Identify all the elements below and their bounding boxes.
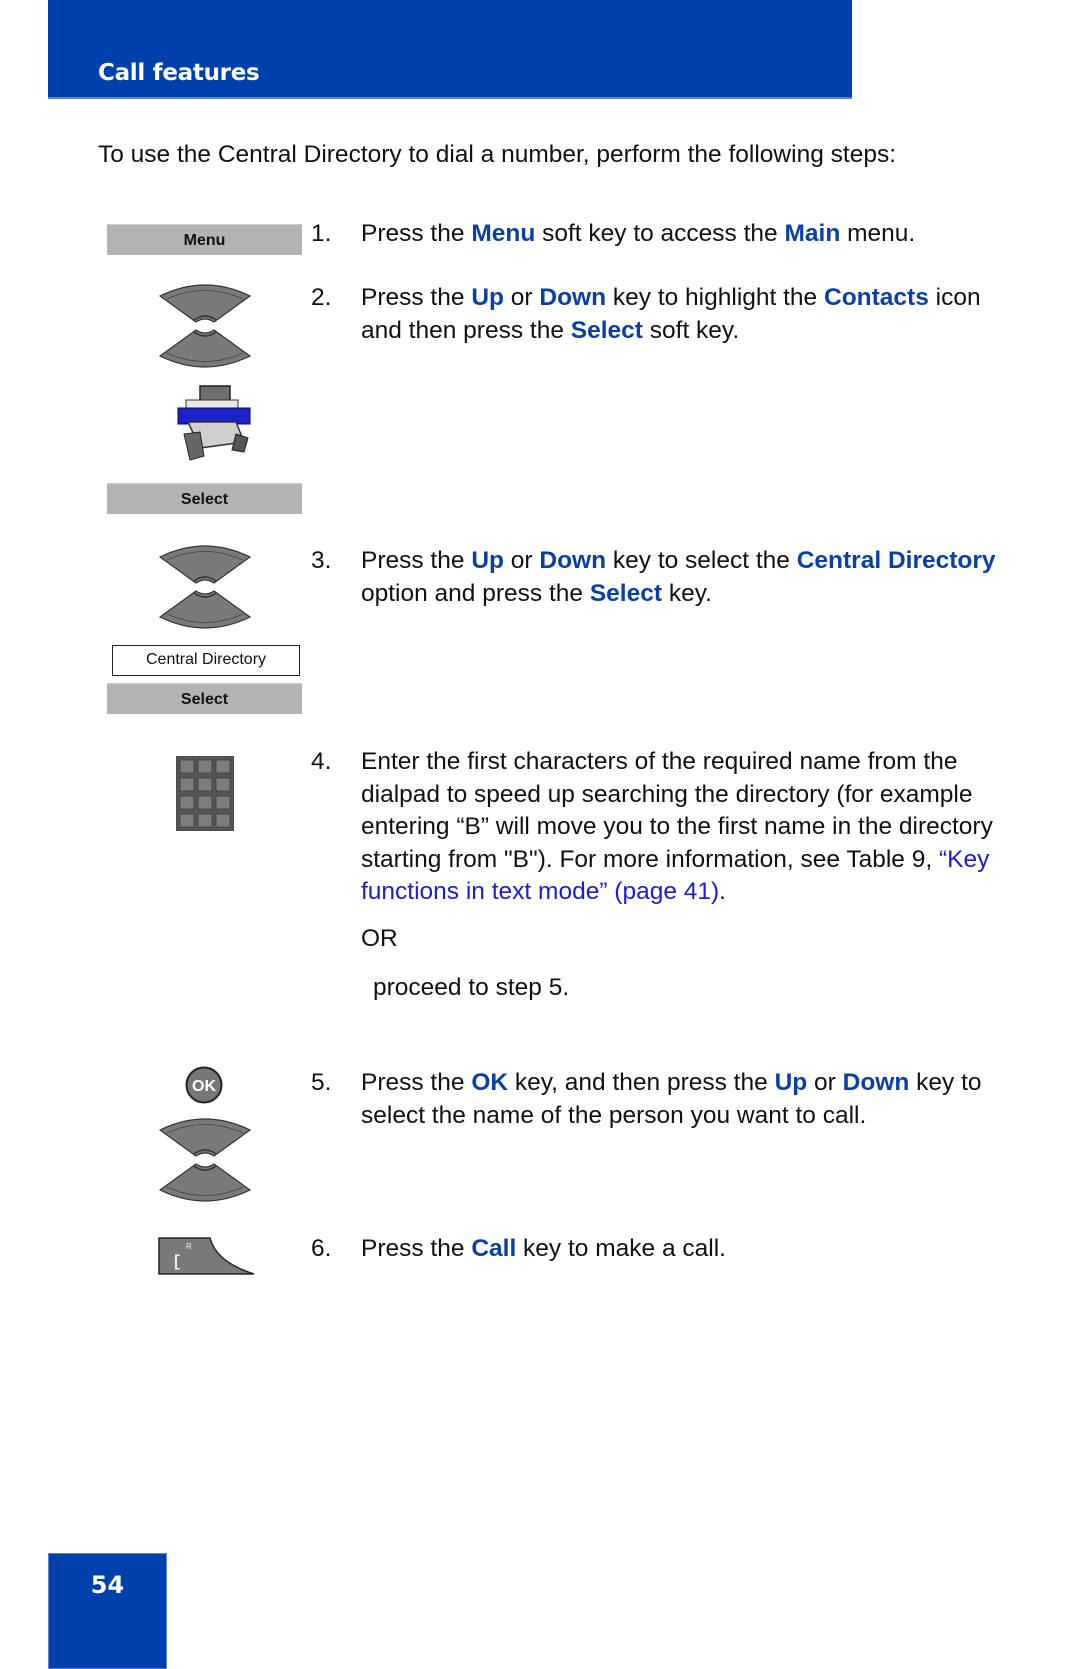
page-number: 54 bbox=[90, 1571, 125, 1599]
step-number: 1. bbox=[311, 220, 332, 247]
chapter-title: Call features bbox=[98, 60, 260, 86]
key-name-highlight: Up bbox=[774, 1069, 808, 1096]
ok-key-icon: OK bbox=[185, 1066, 223, 1104]
step-number: 4. bbox=[311, 748, 332, 775]
step-3: 3. Press the Up or Down key to select th… bbox=[311, 545, 1011, 610]
step-text-run: menu. bbox=[840, 220, 916, 247]
step-text-run: Press the bbox=[361, 1235, 472, 1262]
key-name-highlight: Select bbox=[570, 316, 643, 344]
step-text-run: key, and then press the bbox=[508, 1069, 775, 1096]
step-2: 2. Press the Up or Down key to highlight… bbox=[311, 282, 1011, 347]
select-softkey-1: Select bbox=[107, 483, 302, 514]
step-number: 6. bbox=[311, 1235, 332, 1262]
step-text: Press the Menu soft key to access the Ma… bbox=[361, 218, 1011, 251]
step-4: 4. Enter the first characters of the req… bbox=[311, 746, 1011, 1004]
step-text: Press the Up or Down key to select the C… bbox=[361, 545, 1011, 610]
step-text-run: Press the bbox=[361, 1069, 472, 1096]
step-5: 5. Press the OK key, and then press the … bbox=[311, 1067, 1011, 1132]
step-text-run: or bbox=[503, 547, 540, 574]
key-name-highlight: Down bbox=[842, 1069, 910, 1096]
step-text-run: Enter the first characters of the requir… bbox=[361, 748, 993, 873]
up-key-icon bbox=[158, 284, 252, 323]
central-directory-screen-item: Central Directory bbox=[112, 645, 300, 676]
down-key-icon bbox=[158, 1163, 252, 1202]
down-key-icon bbox=[158, 590, 252, 629]
up-key-icon bbox=[158, 1118, 252, 1157]
up-key-icon bbox=[158, 545, 252, 584]
nav-keys-icon-2 bbox=[158, 545, 252, 629]
select-softkey-2: Select bbox=[107, 683, 302, 714]
step-text: Enter the first characters of the requir… bbox=[361, 746, 1011, 909]
step-text-run: or bbox=[503, 284, 540, 311]
key-name-highlight: Call bbox=[471, 1235, 517, 1262]
ok-key-label: OK bbox=[192, 1078, 216, 1095]
step-text-run: key to highlight the bbox=[606, 284, 824, 311]
key-name-highlight: Up bbox=[471, 284, 504, 311]
chapter-header-bar: Call features bbox=[48, 0, 852, 99]
call-key-icon: [ R bbox=[158, 1237, 255, 1275]
step-6: 6. Press the Call key to make a call. bbox=[311, 1233, 1011, 1266]
step-text-run: soft key to access the bbox=[535, 220, 785, 247]
dialpad-icon bbox=[176, 756, 234, 831]
step-number: 3. bbox=[311, 547, 332, 574]
step-text-run: option and press the bbox=[361, 579, 590, 607]
step-text-run: . bbox=[719, 878, 726, 906]
down-key-icon bbox=[158, 329, 252, 368]
step-1: 1. Press the Menu soft key to access the… bbox=[311, 218, 1011, 251]
step-text-run: key to select the bbox=[606, 547, 797, 574]
call-key-glyph: [ bbox=[172, 1253, 182, 1271]
or-text: OR bbox=[361, 924, 398, 952]
step-text-run: soft key. bbox=[642, 316, 740, 344]
nav-keys-icon-1 bbox=[158, 284, 252, 368]
key-name-highlight: Contacts bbox=[824, 284, 929, 311]
contacts-rolodex-icon bbox=[177, 385, 251, 461]
step-text: Press the OK key, and then press the Up … bbox=[361, 1067, 1011, 1132]
key-name-highlight: Down bbox=[539, 284, 607, 311]
step-text-run: Press the bbox=[361, 547, 472, 574]
menu-softkey: Menu bbox=[107, 224, 302, 255]
step-number: 2. bbox=[311, 284, 332, 311]
nav-keys-icon-3 bbox=[158, 1118, 252, 1202]
step-text: Press the Call key to make a call. bbox=[361, 1233, 1011, 1266]
key-name-highlight: Down bbox=[539, 547, 607, 574]
call-key-superscript: R bbox=[186, 1242, 192, 1251]
key-name-highlight: OK bbox=[471, 1069, 509, 1096]
key-name-highlight: Up bbox=[471, 547, 504, 574]
step-text-run: or bbox=[807, 1069, 843, 1096]
page-number-box: 54 bbox=[48, 1553, 167, 1669]
step-text-run: Press the bbox=[361, 284, 472, 311]
key-name-highlight: Main bbox=[784, 220, 841, 247]
key-name-highlight: Menu bbox=[471, 220, 536, 247]
step-text-run: Press the bbox=[361, 220, 472, 247]
step-text: Press the Up or Down key to highlight th… bbox=[361, 282, 1011, 347]
step-number: 5. bbox=[311, 1069, 332, 1096]
key-name-highlight: Central Directory bbox=[796, 547, 996, 574]
step-text-run: key to make a call. bbox=[516, 1235, 726, 1262]
proceed-text: proceed to step 5. bbox=[373, 973, 570, 1001]
step-text-run: key. bbox=[662, 579, 712, 607]
key-name-highlight: Select bbox=[589, 579, 663, 607]
intro-paragraph: To use the Central Directory to dial a n… bbox=[98, 141, 896, 168]
